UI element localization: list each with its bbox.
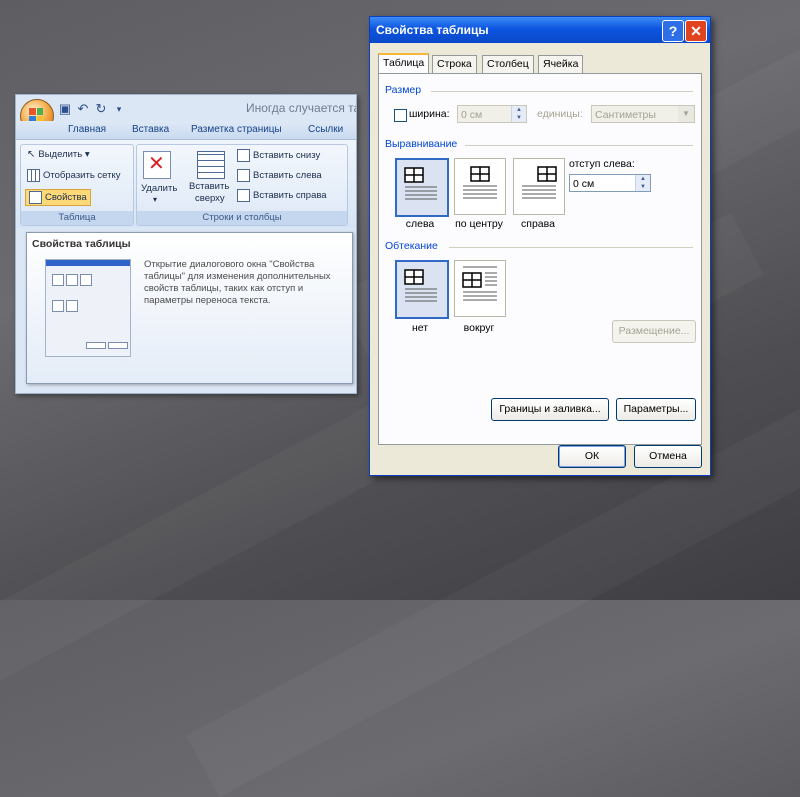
size-heading: Размер [385, 84, 422, 96]
ribbon-tab-page-layout[interactable]: Разметка страницы [191, 124, 282, 135]
table-properties-dialog: Свойства таблицы ? ✕ Таблица Строка Стол… [369, 16, 711, 476]
group-rows-columns-label: Строки и столбцы [137, 211, 347, 225]
insert-right-icon [237, 189, 250, 202]
insert-above-label-1[interactable]: Вставить [189, 181, 229, 192]
insert-below-button[interactable]: Вставить снизу [237, 149, 320, 162]
ribbon-tab-references[interactable]: Ссылки [308, 124, 343, 135]
quick-access-toolbar: ▣ ↶ ↻ ▾ [58, 99, 126, 119]
align-right-label: справа [521, 218, 555, 230]
save-icon[interactable]: ▣ [58, 102, 72, 116]
ribbon-tab-insert[interactable]: Вставка [132, 124, 169, 135]
ribbon-tab-home[interactable]: Главная [68, 124, 106, 135]
wrapping-heading: Обтекание [385, 240, 438, 252]
align-right-icon [522, 166, 557, 199]
insert-above-label-2[interactable]: сверху [195, 193, 225, 204]
group-rows-columns: ✕ Удалить ▾ Вставить сверху Вставить сни… [136, 144, 348, 226]
redo-icon[interactable]: ↻ [94, 102, 108, 116]
size-divider [431, 91, 693, 92]
units-label: единицы: [537, 108, 583, 120]
indent-left-label: отступ слева: [569, 158, 635, 170]
alignment-heading: Выравнивание [385, 138, 458, 150]
placement-button[interactable]: Размещение... [612, 320, 696, 343]
chevron-down-icon[interactable]: ▼ [678, 106, 694, 122]
office-logo-icon [29, 108, 43, 122]
help-button[interactable]: ? [662, 20, 684, 42]
tooltip: Свойства таблицы Открытие диалогового ок… [26, 232, 353, 384]
properties-button[interactable]: Свойства [25, 189, 91, 206]
insert-left-button[interactable]: Вставить слева [237, 169, 322, 182]
insert-below-icon [237, 149, 250, 162]
grid-icon [27, 169, 40, 182]
show-gridlines-button[interactable]: Отобразить сетку [27, 169, 121, 182]
tooltip-description: Открытие диалогового окна "Свойства табл… [144, 259, 331, 306]
undo-icon[interactable]: ↶ [76, 102, 90, 116]
align-left-icon [404, 167, 437, 200]
dialog-thumbnail-image [45, 259, 131, 357]
dialog-title: Свойства таблицы [376, 23, 489, 37]
group-table-label: Таблица [21, 211, 133, 225]
select-button[interactable]: ↖ Выделить ▾ [27, 149, 90, 160]
delete-dropdown-icon[interactable]: ▾ [153, 195, 157, 204]
cancel-button[interactable]: Отмена [634, 445, 702, 468]
word-ribbon-screenshot: ▣ ↶ ↻ ▾ Иногда случается так Главная Вст… [15, 94, 357, 394]
tooltip-title: Свойства таблицы [32, 238, 131, 250]
width-label: ширина: [409, 108, 450, 120]
units-select[interactable]: Сантиметры ▼ [591, 105, 695, 123]
ok-button[interactable]: ОК [558, 445, 626, 468]
borders-shading-button[interactable]: Границы и заливка... [491, 398, 609, 421]
tab-column[interactable]: Столбец [482, 55, 534, 74]
wrapping-divider [449, 247, 693, 248]
align-center-option[interactable] [454, 158, 506, 215]
ribbon-tabs: Главная Вставка Разметка страницы Ссылки [16, 121, 356, 139]
align-right-option[interactable] [513, 158, 565, 215]
alignment-divider [465, 145, 693, 146]
tab-cell[interactable]: Ячейка [538, 55, 584, 74]
align-left-option[interactable] [395, 158, 449, 217]
delete-icon: ✕ [143, 151, 171, 179]
align-center-icon [463, 166, 497, 199]
width-spinner-icon[interactable]: ▲ ▼ [511, 106, 526, 122]
options-button[interactable]: Параметры... [616, 398, 696, 421]
dialog-titlebar[interactable]: Свойства таблицы ? ✕ [370, 17, 710, 43]
wrap-around-icon [462, 266, 497, 301]
cursor-icon: ↖ [27, 149, 36, 160]
insert-above-icon [197, 151, 225, 179]
width-field[interactable]: 0 см ▲ ▼ [457, 105, 527, 123]
insert-right-button[interactable]: Вставить справа [237, 189, 327, 202]
wrap-around-label: вокруг [463, 322, 495, 334]
tab-row[interactable]: Строка [432, 55, 477, 74]
indent-spinner-icon[interactable]: ▲ ▼ [635, 175, 650, 191]
close-button[interactable]: ✕ [685, 20, 707, 42]
insert-left-icon [237, 169, 250, 182]
customize-qat-icon[interactable]: ▾ [112, 102, 126, 116]
ribbon-body: ↖ Выделить ▾ Отобразить сетку Свойства Та… [16, 139, 356, 228]
table-properties-icon [29, 191, 42, 204]
width-checkbox[interactable] [394, 109, 407, 122]
group-table: ↖ Выделить ▾ Отобразить сетку Свойства Та… [20, 144, 134, 226]
wrap-none-option[interactable] [395, 260, 449, 319]
wrap-around-option[interactable] [454, 260, 506, 317]
tab-panel-table: Размер ширина: 0 см ▲ ▼ единицы: Сантимет… [378, 73, 702, 445]
document-title: Иногда случается так [246, 101, 357, 115]
wrap-none-icon [404, 269, 437, 302]
delete-button[interactable]: Удалить [141, 183, 177, 194]
indent-left-field[interactable]: 0 см ▲ ▼ [569, 174, 651, 192]
